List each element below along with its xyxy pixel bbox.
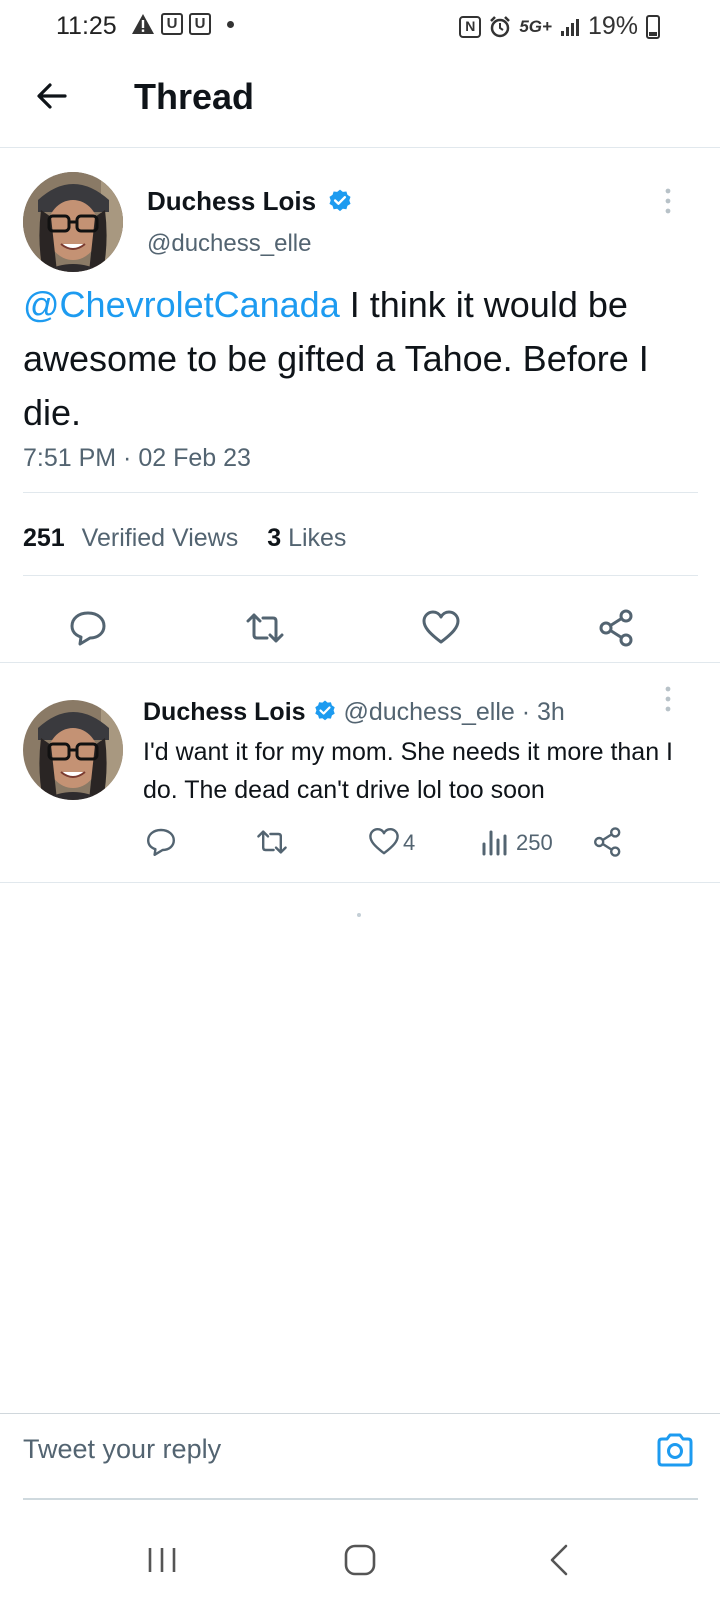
reply-view-count: 250 [516,830,553,855]
u-box-icon: U [189,13,211,35]
views-count: 251 [23,524,65,552]
reply-input[interactable] [23,1434,623,1465]
battery-percent: 19% [587,12,638,40]
notification-dot-icon [227,20,234,28]
likes-label: Likes [288,524,347,552]
back-nav-icon[interactable] [540,1540,580,1580]
author-name-row[interactable]: Duchess Lois [147,186,353,217]
network-type: 5G+ [519,16,552,36]
status-bar: 11:25 U U N 5G+ 19% [0,0,720,52]
signal-icon [560,18,579,36]
reply-handle-time[interactable]: @duchess_elle · 3h [343,698,564,726]
back-arrow-icon[interactable] [34,78,70,114]
reply-icon[interactable] [145,826,177,858]
status-time: 11:25 [56,12,117,40]
section-separator [0,662,720,663]
reply-author-name[interactable]: Duchess Lois [143,698,306,726]
like-heart-icon[interactable] [421,608,461,648]
likes-count: 3 [267,524,282,552]
camera-icon[interactable] [655,1430,695,1470]
share-icon[interactable] [597,608,637,648]
tweet-stats: 251 Verified Views 3 Likes [23,524,346,553]
more-options-icon[interactable] [658,186,678,216]
status-notification-icons: U U [131,13,234,35]
input-underline [23,1498,698,1500]
thread-header: Thread [0,60,720,148]
divider [23,575,698,576]
status-system-icons: N 5G+ 19% [459,12,660,41]
more-options-icon[interactable] [658,684,678,714]
like-heart-icon[interactable] [368,826,400,858]
likes-link[interactable]: 3 Likes [267,524,346,552]
views-chart-icon[interactable] [480,826,510,858]
alarm-icon [490,15,511,37]
retweet-icon[interactable] [245,608,285,648]
verified-badge-icon [329,189,351,212]
avatar[interactable] [23,700,123,800]
warning-icon [132,14,154,34]
mention-link[interactable]: @ChevroletCanada [23,284,340,325]
reply-text: I'd want it for my mom. She needs it mor… [143,738,673,804]
divider [23,492,698,493]
verified-badge-icon [314,700,335,721]
page-title: Thread [134,76,255,117]
reply-icon[interactable] [68,608,108,648]
recent-apps-icon[interactable] [142,1540,182,1580]
reply-header: Duchess Lois @duchess_elle · 3h [143,698,565,727]
author-handle[interactable]: @duchess_elle [147,230,311,258]
share-icon[interactable] [592,826,624,858]
section-separator [0,882,720,883]
tweet-action-bar [0,608,720,652]
tweet-timestamp[interactable]: 7:51 PM · 02 Feb 23 [23,444,251,473]
loading-indicator [357,913,361,917]
author-name[interactable]: Duchess Lois [147,186,316,216]
tweet-text: @ChevroletCanada I think it would be awe… [23,278,703,440]
reply-composer [0,1413,720,1500]
u-box-icon: U [161,13,183,35]
nfc-icon: N [459,15,482,38]
battery-icon [646,14,660,39]
avatar[interactable] [23,172,123,272]
home-icon[interactable] [340,1540,380,1580]
retweet-icon[interactable] [256,826,288,858]
android-nav-bar [0,1520,720,1600]
views-label: Verified Views [81,524,239,552]
reply-like-count: 4 [403,830,416,855]
reply-action-bar: 4 250 [0,826,720,862]
